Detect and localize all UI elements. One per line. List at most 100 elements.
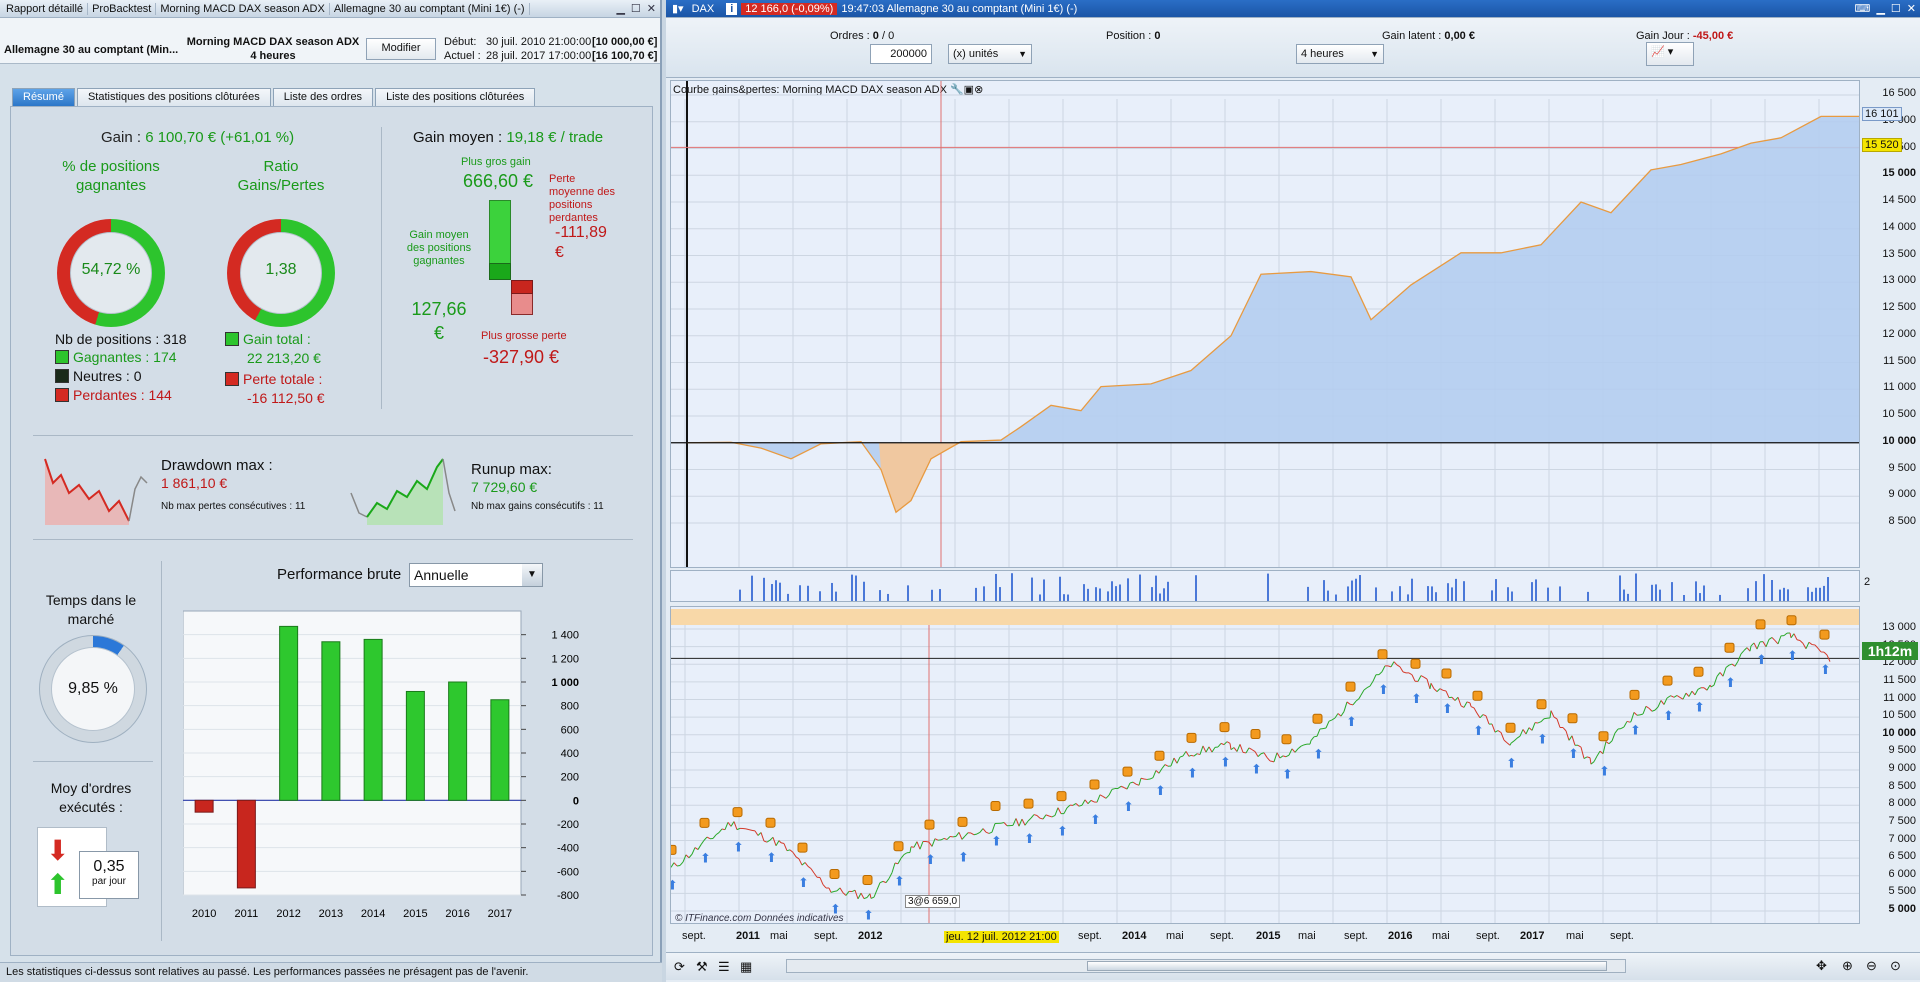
winners-count: Gagnantes : 174 [73, 349, 177, 365]
close-icon[interactable]: ✕ [647, 2, 656, 15]
report-title-segment[interactable]: ProBacktest [88, 2, 157, 15]
maximize-icon[interactable]: ☐ [1891, 2, 1901, 15]
tab-closed-positions[interactable]: Liste des positions clôturées [375, 88, 536, 106]
info-icon[interactable]: i [726, 2, 738, 15]
biggest-loss-value: -327,90 € [483, 347, 560, 367]
svg-text:⬆: ⬆ [1411, 691, 1422, 706]
quantity-unit-select[interactable]: (x) unités ▼ [948, 44, 1032, 64]
equity-y-tick: 10 000 [1882, 434, 1916, 447]
cursor-icon[interactable]: ✥ [1816, 958, 1827, 974]
chevron-down-icon: ▼ [1018, 49, 1027, 59]
avg-win-bar [489, 263, 511, 280]
winners-legend: Gagnantes : 174 [55, 349, 177, 365]
perf-y-tick: 200 [561, 772, 579, 784]
perf-x-tick: 2012 [276, 908, 300, 920]
perf-y-tick: 1 400 [551, 630, 579, 642]
equity-y-tick: 10 500 [1882, 408, 1916, 420]
modify-button[interactable]: Modifier [366, 38, 436, 60]
minimize-icon[interactable]: ▁ [1876, 2, 1884, 15]
time-tick: sept. [1344, 930, 1368, 942]
report-title-segment[interactable]: Rapport détaillé [2, 2, 89, 15]
price-y-tick: 9 000 [1888, 762, 1916, 774]
scrollbar-thumb[interactable] [1087, 961, 1607, 971]
time-tick: 2011 [736, 930, 760, 942]
timeframe-select[interactable]: 4 heures ▼ [1296, 44, 1384, 64]
zoom-out-icon[interactable]: ⊖ [1866, 958, 1877, 974]
orders-unit: par jour [92, 876, 126, 887]
horizontal-scrollbar[interactable] [786, 959, 1626, 973]
strategy-timeframe: 4 heures [250, 50, 296, 62]
time-axis: sept.2011maisept.20122013maisept.2014mai… [670, 928, 1860, 946]
svg-text:⬆: ⬆ [733, 840, 744, 855]
chevron-down-icon[interactable]: ▼ [522, 564, 542, 586]
list-icon[interactable]: ☰ [718, 959, 730, 975]
perf-bar-2017 [490, 699, 510, 801]
svg-text:⬆: ⬆ [1787, 648, 1798, 663]
start-capital: [10 000,00 €] [592, 36, 658, 48]
volume-svg [739, 573, 1829, 601]
close-icon[interactable]: ✕ [1907, 2, 1916, 15]
watermark: © ITFinance.com Données indicatives [675, 913, 844, 924]
perf-x-tick: 2010 [192, 908, 216, 920]
perf-y-tick: 1 000 [551, 677, 579, 689]
red-square-icon [225, 372, 239, 386]
price-y-tick: 11 000 [1883, 691, 1916, 704]
orders-status-value: 0 [872, 30, 879, 42]
loss-total-legend: Perte totale : [225, 371, 322, 387]
perf-y-tick: -600 [557, 866, 579, 878]
report-title-segment[interactable]: Morning MACD DAX season ADX [156, 2, 330, 15]
keyboard-icon[interactable]: ⌨ [1855, 2, 1871, 15]
start-value: 30 juil. 2010 21:00:00 [486, 36, 592, 48]
equity-y-tick: 12 500 [1882, 301, 1916, 313]
runup-sparkline [350, 458, 456, 525]
avg-loss-bar [511, 280, 533, 294]
pct-winning-donut: 54,72 % [57, 219, 165, 327]
timeframe-value: 4 heures [1301, 48, 1344, 60]
svg-text:⬆: ⬆ [766, 850, 777, 865]
svg-text:⬆: ⬆ [1220, 755, 1231, 770]
perf-period-select[interactable]: Annuelle ▼ [409, 563, 543, 587]
zoom-in-icon[interactable]: ⊕ [1842, 958, 1853, 974]
svg-text:⬆: ⬆ [1568, 746, 1579, 761]
svg-text:⬆: ⬆ [1537, 732, 1548, 747]
grid-icon[interactable]: ▦ [740, 959, 752, 975]
zoom-fit-icon[interactable]: ⊙ [1890, 958, 1901, 974]
price-y-tick: 7 500 [1888, 814, 1916, 827]
tab-summary[interactable]: Résumé [12, 88, 75, 106]
avg-win-value: 127,66 € [411, 299, 467, 343]
volume-strip [670, 570, 1860, 602]
report-title-segment[interactable]: Allemagne 30 au comptant (Mini 1€) (-) [330, 2, 530, 15]
chart-menu-icon[interactable]: ▮▾ [668, 2, 688, 15]
perf-x-tick: 2015 [403, 908, 427, 920]
start-label: Début: [444, 36, 477, 48]
tab-orders[interactable]: Liste des ordres [272, 88, 374, 106]
perf-x-tick: 2017 [488, 908, 512, 920]
svg-text:⬆: ⬆ [1282, 767, 1293, 782]
loss-total-value: -16 112,50 € [247, 390, 325, 406]
time-tick: mai [1298, 930, 1316, 942]
tab-closed-stats[interactable]: Statistiques des positions clôturées [76, 88, 271, 106]
price-y-tick: 8 000 [1888, 797, 1916, 810]
svg-text:⬆: ⬆ [894, 874, 905, 889]
equity-cursor-value: 15 520 [1862, 138, 1902, 153]
symbol-label[interactable]: DAX [688, 3, 719, 15]
nb-positions: Nb de positions : 318 [55, 331, 187, 347]
maximize-icon[interactable]: ☐ [631, 2, 641, 15]
quantity-input[interactable]: 200000 [870, 44, 932, 64]
svg-text:⬆: ⬆ [1694, 699, 1705, 714]
svg-text:⬆: ⬆ [958, 849, 969, 864]
perf-x-tick: 2011 [235, 908, 259, 920]
price-y-tick: 6 000 [1888, 867, 1916, 880]
svg-text:⬆: ⬆ [1630, 722, 1641, 737]
tools-icon[interactable]: ⚒ [696, 959, 708, 975]
refresh-icon[interactable]: ⟳ [674, 959, 685, 975]
equity-y-tick: 8 500 [1888, 515, 1916, 527]
indicator-button[interactable]: 📈 ▾ [1646, 42, 1694, 66]
position-status-value: 0 [1154, 30, 1161, 42]
perf-bar-2016 [448, 681, 468, 801]
perf-x-tick: 2013 [319, 908, 343, 920]
svg-text:⬆: ⬆ [1313, 746, 1324, 761]
time-tick: 2012 [858, 930, 883, 942]
perf-y-tick: 400 [561, 748, 579, 760]
minimize-icon[interactable]: ▁ [616, 2, 624, 15]
